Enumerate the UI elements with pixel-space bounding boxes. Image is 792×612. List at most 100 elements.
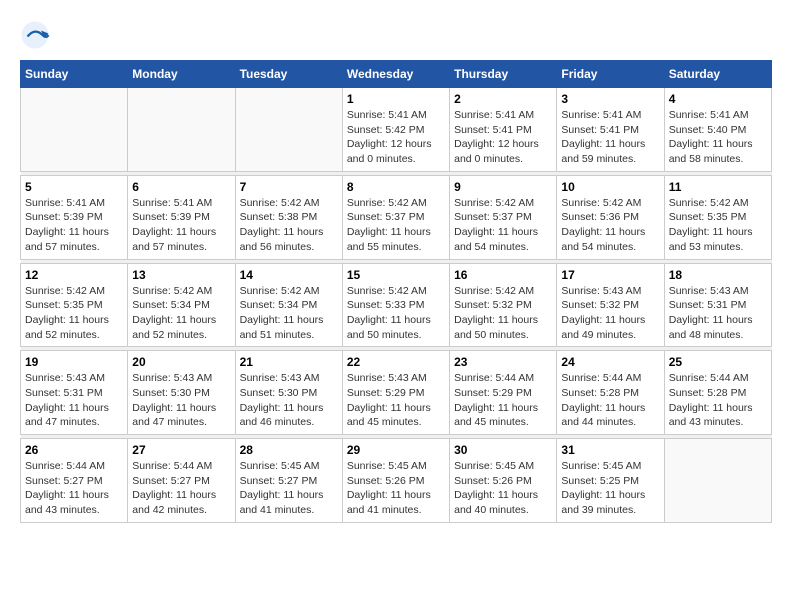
- day-info: Sunrise: 5:41 AM Sunset: 5:39 PM Dayligh…: [132, 196, 230, 255]
- calendar-week-row: 12 Sunrise: 5:42 AM Sunset: 5:35 PM Dayli…: [21, 263, 772, 347]
- day-info: Sunrise: 5:42 AM Sunset: 5:36 PM Dayligh…: [561, 196, 659, 255]
- day-number: 23: [454, 355, 552, 369]
- calendar-cell: 24 Sunrise: 5:44 AM Sunset: 5:28 PM Dayli…: [557, 351, 664, 435]
- day-number: 15: [347, 268, 445, 282]
- day-number: 25: [669, 355, 767, 369]
- day-info: Sunrise: 5:43 AM Sunset: 5:30 PM Dayligh…: [132, 371, 230, 430]
- day-number: 13: [132, 268, 230, 282]
- calendar-header-thursday: Thursday: [450, 61, 557, 88]
- day-number: 8: [347, 180, 445, 194]
- calendar-week-row: 19 Sunrise: 5:43 AM Sunset: 5:31 PM Dayli…: [21, 351, 772, 435]
- day-number: 5: [25, 180, 123, 194]
- day-number: 1: [347, 92, 445, 106]
- day-number: 31: [561, 443, 659, 457]
- day-number: 16: [454, 268, 552, 282]
- calendar-week-row: 1 Sunrise: 5:41 AM Sunset: 5:42 PM Daylig…: [21, 88, 772, 172]
- calendar-week-row: 5 Sunrise: 5:41 AM Sunset: 5:39 PM Daylig…: [21, 175, 772, 259]
- calendar-header-monday: Monday: [128, 61, 235, 88]
- calendar-cell: 4Sunrise: 5:41 AM Sunset: 5:40 PM Daylig…: [664, 88, 771, 172]
- day-info: Sunrise: 5:41 AM Sunset: 5:41 PM Dayligh…: [561, 108, 659, 167]
- calendar-header-wednesday: Wednesday: [342, 61, 449, 88]
- day-info: Sunrise: 5:42 AM Sunset: 5:32 PM Dayligh…: [454, 284, 552, 343]
- day-info: Sunrise: 5:42 AM Sunset: 5:35 PM Dayligh…: [25, 284, 123, 343]
- day-info: Sunrise: 5:42 AM Sunset: 5:37 PM Dayligh…: [347, 196, 445, 255]
- calendar-cell: 28Sunrise: 5:45 AM Sunset: 5:27 PM Dayli…: [235, 439, 342, 523]
- calendar-cell: 6 Sunrise: 5:41 AM Sunset: 5:39 PM Daylig…: [128, 175, 235, 259]
- calendar-cell: 8 Sunrise: 5:42 AM Sunset: 5:37 PM Daylig…: [342, 175, 449, 259]
- day-info: Sunrise: 5:45 AM Sunset: 5:26 PM Dayligh…: [454, 459, 552, 518]
- logo-icon: [20, 20, 50, 50]
- calendar-cell: 2 Sunrise: 5:41 AM Sunset: 5:41 PM Daylig…: [450, 88, 557, 172]
- calendar-cell: [235, 88, 342, 172]
- calendar-header-tuesday: Tuesday: [235, 61, 342, 88]
- day-number: 24: [561, 355, 659, 369]
- calendar-header-sunday: Sunday: [21, 61, 128, 88]
- calendar-cell: 19 Sunrise: 5:43 AM Sunset: 5:31 PM Dayli…: [21, 351, 128, 435]
- day-number: 3: [561, 92, 659, 106]
- day-number: 18: [669, 268, 767, 282]
- day-info: Sunrise: 5:41 AM Sunset: 5:41 PM Dayligh…: [454, 108, 552, 167]
- logo: [20, 20, 54, 50]
- day-number: 17: [561, 268, 659, 282]
- day-info: Sunrise: 5:45 AM Sunset: 5:27 PM Dayligh…: [240, 459, 338, 518]
- day-info: Sunrise: 5:42 AM Sunset: 5:37 PM Dayligh…: [454, 196, 552, 255]
- day-info: Sunrise: 5:44 AM Sunset: 5:29 PM Dayligh…: [454, 371, 552, 430]
- day-number: 20: [132, 355, 230, 369]
- calendar-cell: 11 Sunrise: 5:42 AM Sunset: 5:35 PM Dayli…: [664, 175, 771, 259]
- day-info: Sunrise: 5:42 AM Sunset: 5:35 PM Dayligh…: [669, 196, 767, 255]
- day-info: Sunrise: 5:44 AM Sunset: 5:28 PM Dayligh…: [669, 371, 767, 430]
- calendar-cell: [128, 88, 235, 172]
- calendar-cell: 26 Sunrise: 5:44 AM Sunset: 5:27 PM Dayli…: [21, 439, 128, 523]
- calendar-cell: [21, 88, 128, 172]
- calendar-header-friday: Friday: [557, 61, 664, 88]
- day-info: Sunrise: 5:43 AM Sunset: 5:31 PM Dayligh…: [25, 371, 123, 430]
- day-info: Sunrise: 5:41 AM Sunset: 5:40 PM Dayligh…: [669, 108, 767, 167]
- day-number: 14: [240, 268, 338, 282]
- day-info: Sunrise: 5:44 AM Sunset: 5:27 PM Dayligh…: [132, 459, 230, 518]
- calendar-cell: 3 Sunrise: 5:41 AM Sunset: 5:41 PM Daylig…: [557, 88, 664, 172]
- calendar-cell: 15 Sunrise: 5:42 AM Sunset: 5:33 PM Dayli…: [342, 263, 449, 347]
- calendar-cell: 21 Sunrise: 5:43 AM Sunset: 5:30 PM Dayli…: [235, 351, 342, 435]
- day-info: Sunrise: 5:43 AM Sunset: 5:32 PM Dayligh…: [561, 284, 659, 343]
- day-info: Sunrise: 5:44 AM Sunset: 5:28 PM Dayligh…: [561, 371, 659, 430]
- calendar-table: SundayMondayTuesdayWednesdayThursdayFrid…: [20, 60, 772, 523]
- calendar-cell: 25 Sunrise: 5:44 AM Sunset: 5:28 PM Dayli…: [664, 351, 771, 435]
- calendar-cell: 13Sunrise: 5:42 AM Sunset: 5:34 PM Dayli…: [128, 263, 235, 347]
- day-info: Sunrise: 5:42 AM Sunset: 5:38 PM Dayligh…: [240, 196, 338, 255]
- calendar-cell: 12 Sunrise: 5:42 AM Sunset: 5:35 PM Dayli…: [21, 263, 128, 347]
- day-number: 22: [347, 355, 445, 369]
- calendar-cell: 10 Sunrise: 5:42 AM Sunset: 5:36 PM Dayli…: [557, 175, 664, 259]
- day-info: Sunrise: 5:44 AM Sunset: 5:27 PM Dayligh…: [25, 459, 123, 518]
- day-info: Sunrise: 5:45 AM Sunset: 5:25 PM Dayligh…: [561, 459, 659, 518]
- calendar-cell: 7 Sunrise: 5:42 AM Sunset: 5:38 PM Daylig…: [235, 175, 342, 259]
- day-number: 12: [25, 268, 123, 282]
- day-info: Sunrise: 5:43 AM Sunset: 5:31 PM Dayligh…: [669, 284, 767, 343]
- day-number: 27: [132, 443, 230, 457]
- calendar-header-row: SundayMondayTuesdayWednesdayThursdayFrid…: [21, 61, 772, 88]
- day-number: 6: [132, 180, 230, 194]
- day-info: Sunrise: 5:42 AM Sunset: 5:33 PM Dayligh…: [347, 284, 445, 343]
- page-header: [20, 20, 772, 50]
- calendar-cell: 5Sunrise: 5:41 AM Sunset: 5:39 PM Daylig…: [21, 175, 128, 259]
- day-info: Sunrise: 5:43 AM Sunset: 5:30 PM Dayligh…: [240, 371, 338, 430]
- day-number: 2: [454, 92, 552, 106]
- day-number: 26: [25, 443, 123, 457]
- day-number: 11: [669, 180, 767, 194]
- day-number: 21: [240, 355, 338, 369]
- day-info: Sunrise: 5:43 AM Sunset: 5:29 PM Dayligh…: [347, 371, 445, 430]
- calendar-cell: 17 Sunrise: 5:43 AM Sunset: 5:32 PM Dayli…: [557, 263, 664, 347]
- calendar-cell: 16 Sunrise: 5:42 AM Sunset: 5:32 PM Dayli…: [450, 263, 557, 347]
- day-number: 10: [561, 180, 659, 194]
- day-number: 9: [454, 180, 552, 194]
- calendar-cell: 30 Sunrise: 5:45 AM Sunset: 5:26 PM Dayli…: [450, 439, 557, 523]
- day-number: 7: [240, 180, 338, 194]
- calendar-week-row: 26 Sunrise: 5:44 AM Sunset: 5:27 PM Dayli…: [21, 439, 772, 523]
- calendar-cell: 27 Sunrise: 5:44 AM Sunset: 5:27 PM Dayli…: [128, 439, 235, 523]
- calendar-cell: 1 Sunrise: 5:41 AM Sunset: 5:42 PM Daylig…: [342, 88, 449, 172]
- day-number: 29: [347, 443, 445, 457]
- day-number: 30: [454, 443, 552, 457]
- day-info: Sunrise: 5:41 AM Sunset: 5:42 PM Dayligh…: [347, 108, 445, 167]
- calendar-cell: 14Sunrise: 5:42 AM Sunset: 5:34 PM Dayli…: [235, 263, 342, 347]
- day-number: 19: [25, 355, 123, 369]
- calendar-cell: 9 Sunrise: 5:42 AM Sunset: 5:37 PM Daylig…: [450, 175, 557, 259]
